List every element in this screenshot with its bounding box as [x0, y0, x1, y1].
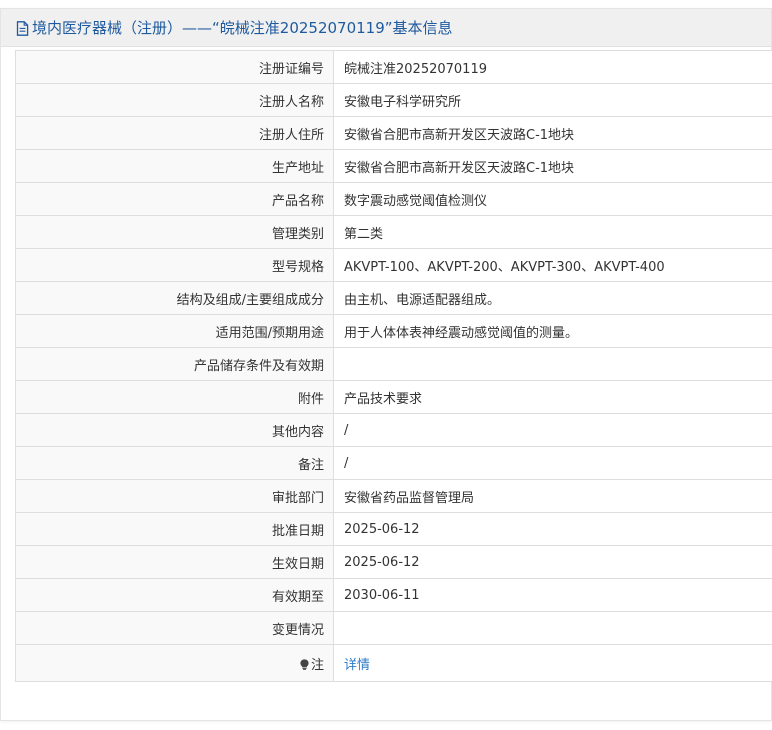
field-label: 管理类别 — [15, 215, 334, 249]
table-row: 注册人住所 安徽省合肥市高新开发区天波路C-1地块 — [15, 116, 772, 150]
field-label: 产品储存条件及有效期 — [15, 347, 334, 381]
field-value — [333, 611, 772, 645]
table-row: 注册人名称 安徽电子科学研究所 — [15, 83, 772, 117]
table-row: 产品名称 数字震动感觉阈值检测仪 — [15, 182, 772, 216]
table-row: 批准日期 2025-06-12 — [15, 512, 772, 546]
table-row: 变更情况 — [15, 611, 772, 645]
field-label: 备注 — [15, 446, 334, 480]
field-label: 注册人住所 — [15, 116, 334, 150]
panel-header: 境内医疗器械（注册）——“皖械注准20252070119”基本信息 — [1, 9, 771, 47]
field-label: 附件 — [15, 380, 334, 414]
field-label: 其他内容 — [15, 413, 334, 447]
field-label: 生产地址 — [15, 149, 334, 183]
field-value: / — [333, 446, 772, 480]
table-row: 附件 产品技术要求 — [15, 380, 772, 414]
field-label: 注册人名称 — [15, 83, 334, 117]
field-value: / — [333, 413, 772, 447]
table-row: 型号规格 AKVPT-100、AKVPT-200、AKVPT-300、AKVPT-… — [15, 248, 772, 282]
field-value: 安徽省药品监督管理局 — [333, 479, 772, 513]
table-row: 生效日期 2025-06-12 — [15, 545, 772, 579]
field-label: 注册证编号 — [15, 50, 334, 84]
table-row: 其他内容 / — [15, 413, 772, 447]
table-row: 适用范围/预期用途 用于人体体表神经震动感觉阈值的测量。 — [15, 314, 772, 348]
field-label: 审批部门 — [15, 479, 334, 513]
field-value: 用于人体体表神经震动感觉阈值的测量。 — [333, 314, 772, 348]
field-value: 第二类 — [333, 215, 772, 249]
field-value: 安徽电子科学研究所 — [333, 83, 772, 117]
field-label: 生效日期 — [15, 545, 334, 579]
note-row: 注 详情 — [15, 644, 772, 682]
field-value — [333, 347, 772, 381]
field-value: 安徽省合肥市高新开发区天波路C-1地块 — [333, 116, 772, 150]
field-value: 皖械注准20252070119 — [333, 50, 772, 84]
table-row: 有效期至 2030-06-11 — [15, 578, 772, 612]
note-label: 注 — [310, 657, 324, 673]
field-value: AKVPT-100、AKVPT-200、AKVPT-300、AKVPT-400 — [333, 248, 772, 282]
table-row: 审批部门 安徽省药品监督管理局 — [15, 479, 772, 513]
field-value: 2025-06-12 — [333, 512, 772, 546]
document-icon — [16, 21, 29, 36]
lightbulb-icon — [300, 658, 309, 670]
table-row: 生产地址 安徽省合肥市高新开发区天波路C-1地块 — [15, 149, 772, 183]
info-table: 注册证编号 皖械注准20252070119 注册人名称 安徽电子科学研究所 注册人住所安… — [15, 50, 772, 682]
table-row: 管理类别 第二类 — [15, 215, 772, 249]
field-value: 2025-06-12 — [333, 545, 772, 579]
field-label: 变更情况 — [15, 611, 334, 645]
field-label: 型号规格 — [15, 248, 334, 282]
field-label: 结构及组成/主要组成成分 — [15, 281, 334, 315]
field-value: 由主机、电源适配器组成。 — [333, 281, 772, 315]
note-label-cell: 注 — [15, 644, 334, 682]
field-label: 批准日期 — [15, 512, 334, 546]
field-value: 2030-06-11 — [333, 578, 772, 612]
detail-link[interactable]: 详情 — [344, 658, 370, 673]
table-row: 备注 / — [15, 446, 772, 480]
field-value: 安徽省合肥市高新开发区天波路C-1地块 — [333, 149, 772, 183]
table-row: 注册证编号 皖械注准20252070119 — [15, 50, 772, 84]
field-value: 数字震动感觉阈值检测仪 — [333, 182, 772, 216]
table-row: 结构及组成/主要组成成分 由主机、电源适配器组成。 — [15, 281, 772, 315]
table-row: 产品储存条件及有效期 — [15, 347, 772, 381]
field-label: 产品名称 — [15, 182, 334, 216]
note-value-cell: 详情 — [333, 644, 772, 682]
field-label: 适用范围/预期用途 — [15, 314, 334, 348]
field-label: 有效期至 — [15, 578, 334, 612]
field-value: 产品技术要求 — [333, 380, 772, 414]
page-title: 境内医疗器械（注册）——“皖械注准20252070119”基本信息 — [32, 19, 453, 37]
